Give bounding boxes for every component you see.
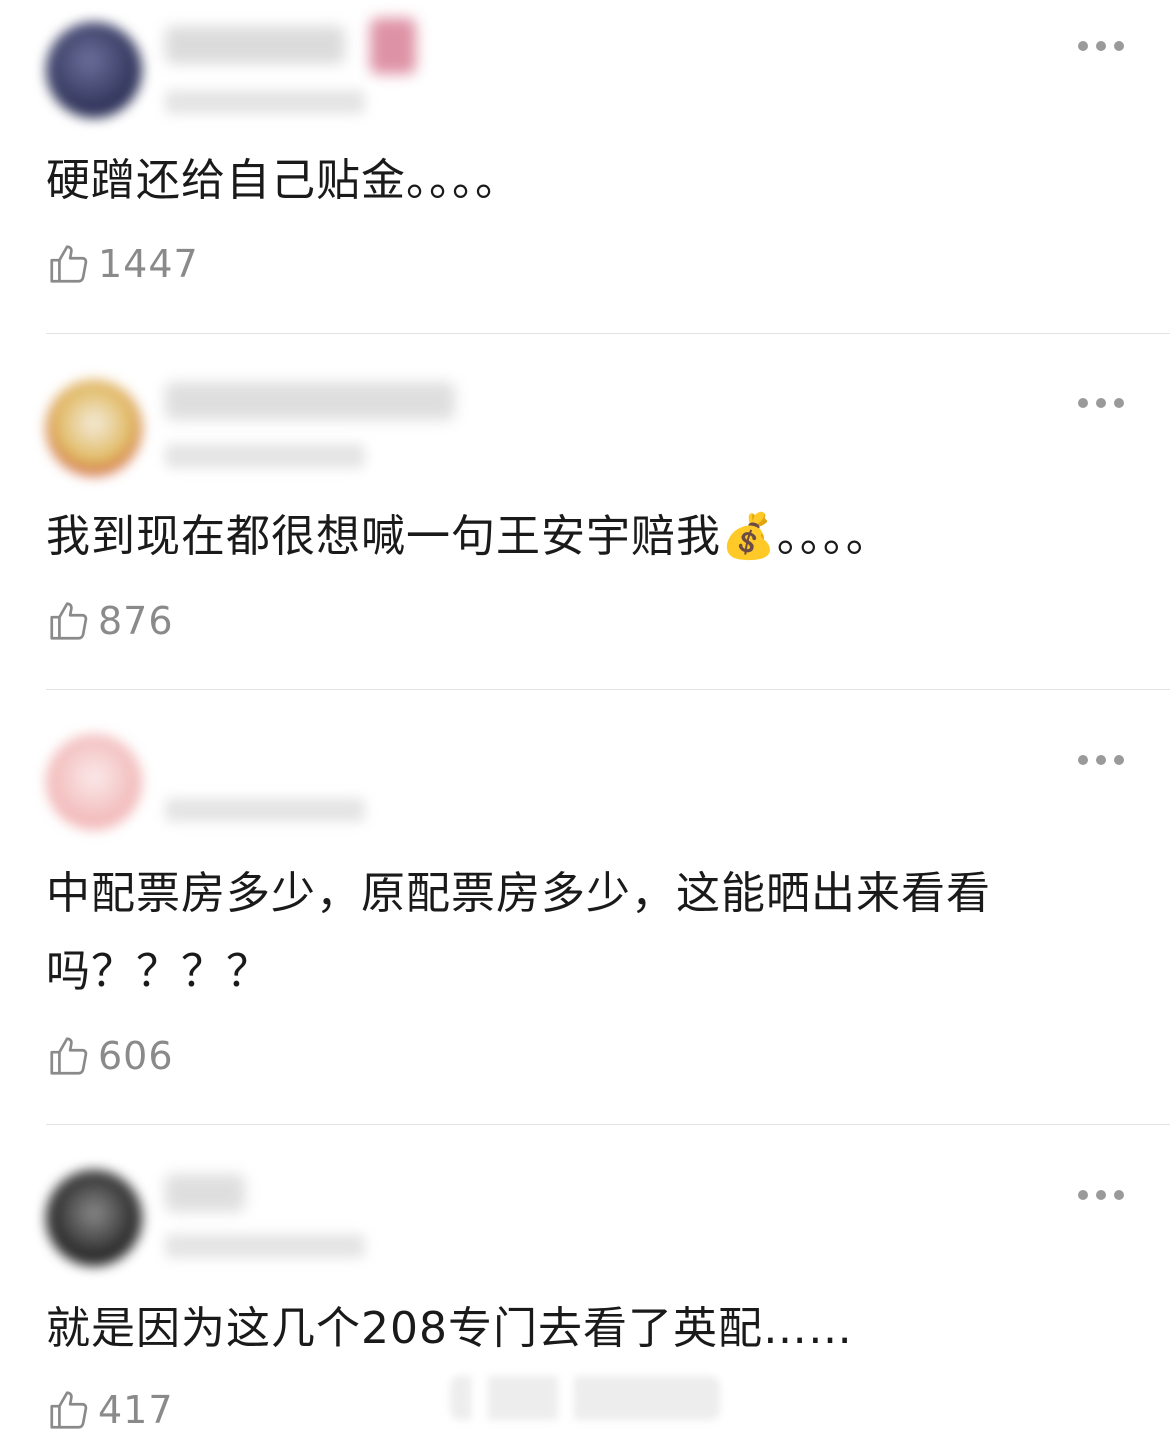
more-dot xyxy=(1078,1190,1088,1200)
like-button[interactable]: 1447 xyxy=(46,240,199,288)
more-options-button[interactable] xyxy=(1078,754,1124,766)
watermark-blurred xyxy=(450,1376,720,1420)
more-dot xyxy=(1096,41,1106,51)
more-dot xyxy=(1114,398,1124,408)
like-button[interactable]: 417 xyxy=(46,1386,174,1434)
more-dot xyxy=(1078,398,1088,408)
like-count: 417 xyxy=(98,1388,174,1432)
comment-meta-blurred xyxy=(165,798,365,822)
comment-meta-blurred xyxy=(165,90,365,114)
more-dot xyxy=(1078,41,1088,51)
more-dot xyxy=(1114,1190,1124,1200)
thumbs-up-icon xyxy=(50,1037,88,1075)
like-button[interactable]: 606 xyxy=(46,1032,174,1080)
more-options-button[interactable] xyxy=(1078,40,1124,52)
more-dot xyxy=(1078,755,1088,765)
thumbs-up-icon xyxy=(50,1391,88,1429)
like-count: 1447 xyxy=(98,242,199,286)
more-options-button[interactable] xyxy=(1078,1189,1124,1201)
comment-text: 硬蹭还给自己贴金。。。。 xyxy=(46,155,520,206)
like-button[interactable]: 876 xyxy=(46,597,174,645)
more-dot xyxy=(1096,398,1106,408)
like-count: 606 xyxy=(98,1034,174,1078)
like-count: 876 xyxy=(98,599,174,643)
more-options-button[interactable] xyxy=(1078,397,1124,409)
more-dot xyxy=(1114,755,1124,765)
thumbs-up-icon xyxy=(50,602,88,640)
comment-text: 就是因为这几个208专门去看了英配…… xyxy=(46,1303,853,1354)
avatar[interactable] xyxy=(46,22,142,118)
comment-meta-blurred xyxy=(165,444,365,468)
comment-meta-blurred xyxy=(165,1234,365,1258)
thumbs-up-icon xyxy=(50,245,88,283)
username-blurred[interactable] xyxy=(165,26,345,64)
username-blurred[interactable] xyxy=(165,382,455,420)
more-dot xyxy=(1114,41,1124,51)
comment-text: 中配票房多少，原配票房多少，这能晒出来看看吗？？？？ xyxy=(46,868,991,997)
comment-text: 我到现在都很想喊一句王安宇赔我💰。。。。 xyxy=(46,511,891,562)
avatar[interactable] xyxy=(46,734,142,830)
divider xyxy=(46,1124,1170,1125)
badge-blurred xyxy=(370,18,416,74)
more-dot xyxy=(1096,755,1106,765)
more-dot xyxy=(1096,1190,1106,1200)
divider xyxy=(46,689,1170,690)
username-blurred[interactable] xyxy=(165,1174,245,1212)
divider xyxy=(46,333,1170,334)
avatar[interactable] xyxy=(46,1170,142,1266)
avatar[interactable] xyxy=(46,380,142,476)
